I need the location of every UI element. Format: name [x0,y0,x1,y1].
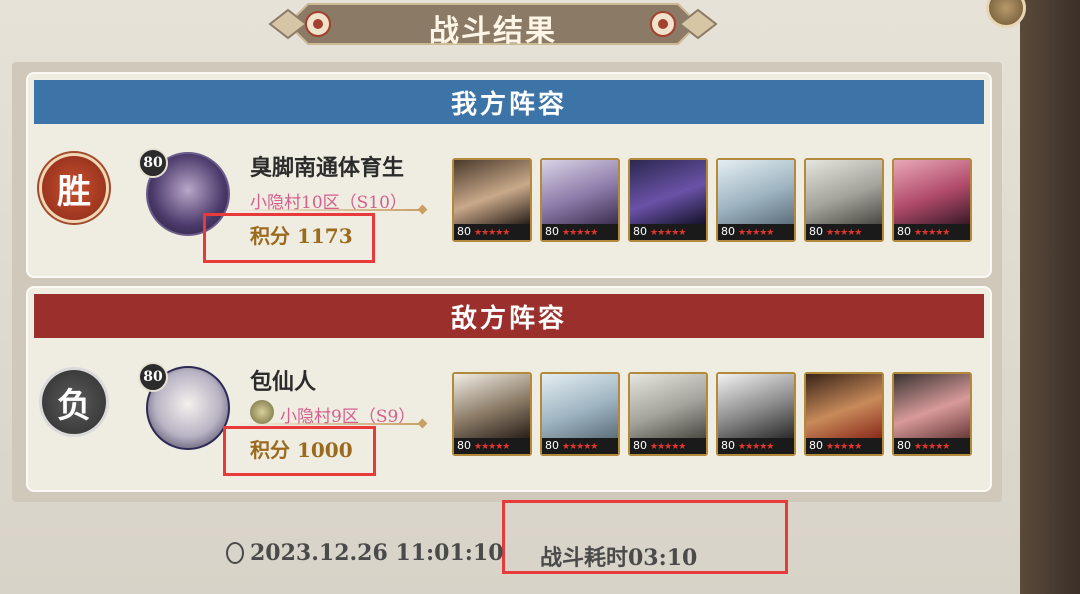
enemy-header: 敌方阵容 [34,294,984,338]
hero-level: 80 [809,225,823,238]
enemy-level-badge: 80 [138,362,168,392]
hero-level: 80 [809,439,823,452]
hero-level: 80 [545,439,559,452]
hero-level: 80 [897,439,911,452]
timestamp-text: 2023.12.26 11:01:10 [250,540,504,566]
lose-badge: 负 [42,370,106,434]
ally-level-badge: 80 [138,148,168,178]
hero-stars: ★★★★★ [914,228,950,238]
hero-level-bar: 80 ★★★★★ [454,438,530,454]
hero-level-bar: 80 ★★★★★ [630,438,706,454]
hero-level-bar: 80 ★★★★★ [718,224,794,240]
hero-stars: ★★★★★ [826,228,862,238]
hero-portrait [806,160,882,224]
ally-hero-list: 80 ★★★★★ 80 ★★★★★ 80 ★★★★★ 80 ★★★★★ 80 ★★★★★ … [452,158,982,250]
results-panel: 我方阵容 胜 80 臭脚南通体育生 小隐村10区（S10） 积分 1173 80… [12,62,1002,502]
enemy-hero-4[interactable]: 80 ★★★★★ [716,372,796,456]
hero-level-bar: 80 ★★★★★ [454,224,530,240]
page-title: 战斗结果 [429,14,557,49]
ally-hero-2[interactable]: 80 ★★★★★ [540,158,620,242]
highlight-box-ally-score [203,213,375,263]
hero-portrait [718,160,794,224]
divider [238,209,423,211]
hero-portrait [894,160,970,224]
hero-stars: ★★★★★ [914,442,950,452]
enemy-hero-5[interactable]: 80 ★★★★★ [804,372,884,456]
clock-icon [226,542,244,564]
hero-level-bar: 80 ★★★★★ [894,224,970,240]
hero-level: 80 [633,225,647,238]
battle-timestamp: 2023.12.26 11:01:10 [226,540,504,566]
win-badge: 胜 [42,156,106,220]
hero-level-bar: 80 ★★★★★ [630,224,706,240]
hero-portrait [894,374,970,438]
hero-level: 80 [457,225,471,238]
ally-hero-4[interactable]: 80 ★★★★★ [716,158,796,242]
hero-portrait [454,374,530,438]
highlight-box-enemy-score [223,426,376,476]
ally-card: 我方阵容 胜 80 臭脚南通体育生 小隐村10区（S10） 积分 1173 80… [26,72,992,278]
enemy-card: 敌方阵容 负 80 包仙人 小隐村9区（S9） 积分 1000 80 ★★★★★ … [26,286,992,492]
divider [238,423,423,425]
hero-portrait [542,160,618,224]
enemy-hero-2[interactable]: 80 ★★★★★ [540,372,620,456]
hero-portrait [630,160,706,224]
hero-portrait [630,374,706,438]
hero-stars: ★★★★★ [738,442,774,452]
hero-stars: ★★★★★ [826,442,862,452]
ally-header: 我方阵容 [34,80,984,124]
hero-level: 80 [633,439,647,452]
hero-level-bar: 80 ★★★★★ [718,438,794,454]
hero-portrait [542,374,618,438]
hero-level-bar: 80 ★★★★★ [894,438,970,454]
enemy-player-name: 包仙人 [250,369,317,395]
hero-stars: ★★★★★ [474,228,510,238]
ally-hero-5[interactable]: 80 ★★★★★ [804,158,884,242]
hero-level: 80 [721,439,735,452]
hero-level: 80 [545,225,559,238]
hero-stars: ★★★★★ [562,228,598,238]
hero-stars: ★★★★★ [650,442,686,452]
hero-stars: ★★★★★ [650,228,686,238]
hero-stars: ★★★★★ [738,228,774,238]
hero-portrait [806,374,882,438]
hero-level: 80 [457,439,471,452]
hero-portrait [718,374,794,438]
side-strip [1020,0,1080,594]
ally-hero-1[interactable]: 80 ★★★★★ [452,158,532,242]
enemy-hero-3[interactable]: 80 ★★★★★ [628,372,708,456]
hero-portrait [454,160,530,224]
hero-level-bar: 80 ★★★★★ [542,224,618,240]
hero-level: 80 [721,225,735,238]
enemy-hero-6[interactable]: 80 ★★★★★ [892,372,972,456]
enemy-hero-list: 80 ★★★★★ 80 ★★★★★ 80 ★★★★★ 80 ★★★★★ 80 ★★★★★ … [452,372,982,464]
hero-stars: ★★★★★ [474,442,510,452]
ally-player-name: 臭脚南通体育生 [250,155,405,181]
ally-hero-6[interactable]: 80 ★★★★★ [892,158,972,242]
title-banner: 战斗结果 [268,0,718,49]
hero-stars: ★★★★★ [562,442,598,452]
hero-level: 80 [897,225,911,238]
hero-level-bar: 80 ★★★★★ [806,224,882,240]
battle-duration: 战斗耗时03:10 [540,545,698,571]
ally-hero-3[interactable]: 80 ★★★★★ [628,158,708,242]
enemy-hero-1[interactable]: 80 ★★★★★ [452,372,532,456]
guild-icon [250,400,274,424]
hero-level-bar: 80 ★★★★★ [806,438,882,454]
hero-level-bar: 80 ★★★★★ [542,438,618,454]
